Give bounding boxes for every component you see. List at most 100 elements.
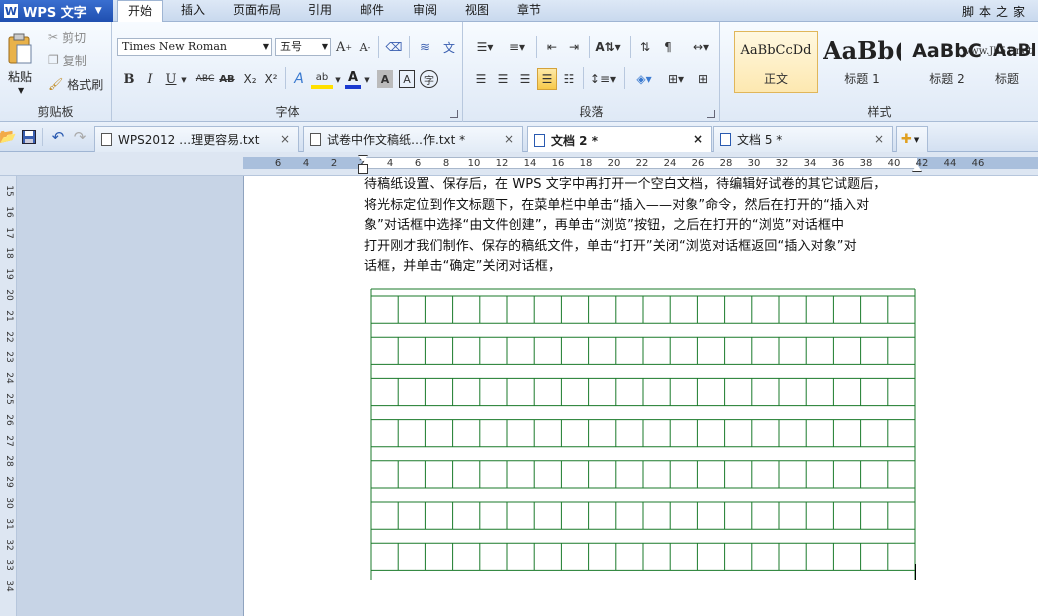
- phonetic-guide-icon[interactable]: ≋: [415, 37, 435, 57]
- text-cursor: [915, 564, 916, 580]
- show-marks-icon[interactable]: ¶: [658, 37, 678, 57]
- doc-tab-active[interactable]: 文档 2 * ×: [527, 126, 712, 153]
- align-left-icon[interactable]: ☰: [472, 69, 490, 89]
- document-body-text[interactable]: 待稿纸设置、保存后，在 WPS 文字中再打开一个空白文档，待编辑好试卷的其它试题…: [364, 175, 919, 278]
- grow-font-icon[interactable]: A +: [335, 37, 353, 57]
- ruler-tick-label: 44: [943, 158, 957, 169]
- close-icon[interactable]: ×: [504, 132, 514, 146]
- table-grid-icon[interactable]: ⊞: [694, 69, 712, 89]
- clear-format-icon[interactable]: ⌫: [384, 37, 404, 57]
- paragraph-dialog-launcher-icon[interactable]: [707, 110, 715, 118]
- ruler-tick-label: 30: [4, 497, 14, 509]
- divider: [378, 36, 379, 58]
- document-page[interactable]: 待稿纸设置、保存后，在 WPS 文字中再打开一个空白文档，待编辑好试卷的其它试题…: [243, 176, 1038, 616]
- text-file-icon: [101, 133, 112, 146]
- underline-button[interactable]: U: [163, 69, 179, 89]
- enclose-character-icon[interactable]: 字: [420, 70, 438, 88]
- shading-icon[interactable]: ◈▾: [630, 69, 658, 89]
- style-normal[interactable]: AaBbCcDd 正文: [734, 31, 818, 93]
- doc-tab[interactable]: 试卷中作文稿纸…作.txt * ×: [303, 126, 523, 152]
- font-dialog-launcher-icon[interactable]: [450, 110, 458, 118]
- tab-view[interactable]: 视图: [456, 0, 498, 22]
- font-size-select[interactable]: 五号 ▼: [275, 38, 331, 56]
- tab-review[interactable]: 审阅: [404, 0, 446, 22]
- font-name-select[interactable]: Times New Roman ▼: [117, 38, 272, 56]
- chevron-down-icon[interactable]: ▼: [179, 71, 189, 89]
- shrink-font-icon[interactable]: A-: [356, 37, 374, 57]
- bold-button[interactable]: B: [121, 69, 137, 89]
- sort-icon[interactable]: ⇅: [636, 37, 654, 57]
- align-center-icon[interactable]: ☰: [494, 69, 512, 89]
- subscript-button[interactable]: X₂: [240, 69, 260, 89]
- undo-icon[interactable]: ↶: [48, 128, 68, 146]
- ruler-tick-label: 36: [831, 158, 845, 169]
- new-tab-button[interactable]: ✚ ▼: [896, 126, 928, 152]
- style-heading-3[interactable]: AaBl 标题: [992, 31, 1038, 93]
- highlight-icon[interactable]: ab: [311, 69, 333, 89]
- line-spacing-icon[interactable]: ↕≡▾: [588, 69, 618, 89]
- ruler-tick-label: 26: [691, 158, 705, 169]
- strikethrough-abc-icon[interactable]: ABC: [195, 69, 215, 89]
- close-icon[interactable]: ×: [693, 132, 703, 146]
- justify-icon[interactable]: ☰: [537, 68, 557, 90]
- char-border-button[interactable]: A: [399, 70, 415, 88]
- increase-indent-icon[interactable]: ⇥: [564, 37, 584, 57]
- close-icon[interactable]: ×: [874, 132, 884, 146]
- chevron-down-icon[interactable]: ▼: [362, 71, 372, 89]
- doc-tab[interactable]: 文档 5 * ×: [713, 126, 893, 152]
- chevron-down-icon: ▼: [913, 135, 920, 144]
- text-outline-icon[interactable]: A: [290, 69, 308, 89]
- text-effects-icon[interactable]: 文: [439, 37, 459, 57]
- app-menu-button[interactable]: W WPS 文字 ▼: [0, 0, 113, 22]
- tab-chapter[interactable]: 章节: [508, 0, 550, 22]
- divider: [630, 36, 631, 58]
- save-icon[interactable]: [20, 128, 38, 146]
- ruler-tick-label: 27: [4, 434, 14, 447]
- paste-dropdown-icon[interactable]: ▼: [18, 86, 24, 95]
- doc-tab[interactable]: WPS2012 …理更容易.txt ×: [94, 126, 299, 152]
- borders-icon[interactable]: ⊞▾: [662, 69, 690, 89]
- chinese-layout-icon[interactable]: ↔▾: [688, 37, 714, 57]
- open-folder-icon[interactable]: 📂: [0, 128, 17, 146]
- horizontal-ruler[interactable]: 6422468101214161820222426283032343638404…: [0, 152, 1038, 176]
- italic-button[interactable]: I: [142, 69, 158, 89]
- tab-home[interactable]: 开始: [117, 0, 163, 23]
- vertical-ruler[interactable]: 15 16 17 18 19 20 21 22 23 24 25 26 27 28 29 30 31 32 33 34: [0, 176, 17, 616]
- format-painter-button[interactable]: 🖌 格式刷: [48, 75, 103, 93]
- numbering-icon[interactable]: ≡▾: [504, 37, 530, 57]
- paste-label[interactable]: 粘贴: [8, 68, 32, 85]
- ruler-tick-label: 6: [274, 158, 282, 169]
- char-shading-button[interactable]: A: [377, 70, 393, 88]
- align-right-icon[interactable]: ☰: [516, 69, 534, 89]
- redo-icon[interactable]: ↷: [70, 128, 90, 146]
- tab-references[interactable]: 引用: [299, 0, 341, 22]
- tab-insert[interactable]: 插入: [171, 0, 215, 22]
- text-line: 话框，并单击“确定”关闭对话框，: [364, 259, 562, 274]
- format-painter-label: 格式刷: [67, 77, 104, 92]
- tab-mailings[interactable]: 邮件: [351, 0, 393, 22]
- paste-icon[interactable]: [6, 32, 34, 66]
- ruler-tick-label: 34: [4, 580, 14, 592]
- superscript-button[interactable]: X²: [261, 69, 281, 89]
- ruler-tick-label: 28: [719, 158, 733, 169]
- ruler-tick-label: 15: [4, 185, 14, 197]
- distributed-icon[interactable]: ☷: [560, 69, 578, 89]
- document-tab-bar: 📂 ↶ ↷ WPS2012 …理更容易.txt × 试卷中作文稿纸…作.txt …: [0, 122, 1038, 153]
- font-group: Times New Roman ▼ 五号 ▼ A + A- ⌫ ≋ 文 B I U ▼…: [113, 22, 463, 122]
- cut-button[interactable]: ✂ 剪切: [48, 28, 86, 46]
- manuscript-grid-object[interactable]: [370, 288, 916, 580]
- clipboard-group: 粘贴 ▼ ✂ 剪切 ❐ 复制 🖌 格式刷 剪贴板: [0, 22, 112, 122]
- style-heading-1[interactable]: AaBb( 标题 1: [822, 31, 902, 93]
- style-heading-2[interactable]: AaBbC 标题 2: [907, 31, 987, 93]
- chevron-down-icon[interactable]: ▼: [333, 71, 343, 89]
- tab-page-layout[interactable]: 页面布局: [226, 0, 288, 22]
- copy-button[interactable]: ❐ 复制: [48, 51, 87, 69]
- decrease-indent-icon[interactable]: ⇤: [542, 37, 562, 57]
- font-color-button[interactable]: A: [345, 69, 361, 89]
- text-direction-icon[interactable]: A⇅▾: [594, 37, 622, 57]
- styles-group-title: 样式: [867, 105, 892, 119]
- bullets-icon[interactable]: ☰▾: [472, 37, 498, 57]
- strikethrough-button[interactable]: AB: [217, 69, 237, 89]
- close-icon[interactable]: ×: [280, 132, 290, 146]
- left-indent-marker[interactable]: [358, 164, 368, 174]
